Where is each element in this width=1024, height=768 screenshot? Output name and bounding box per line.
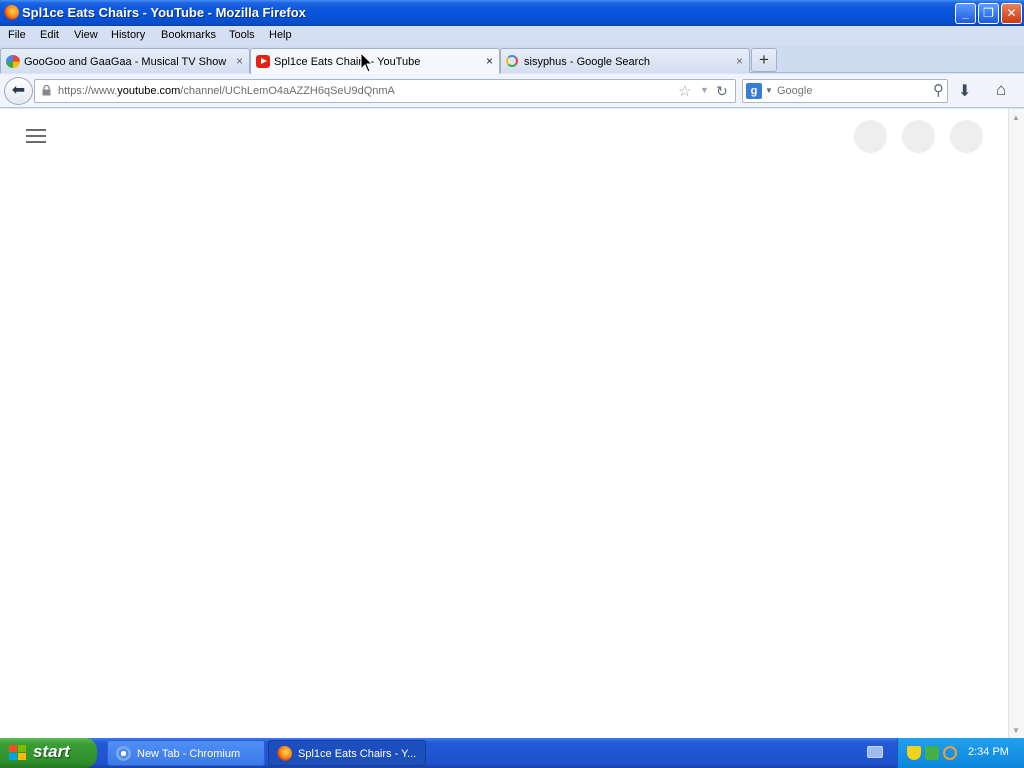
google-favicon-icon: [506, 55, 518, 67]
tab-googoo[interactable]: GooGoo and GaaGaa - Musical TV Show f...…: [0, 48, 250, 73]
chromium-icon: [116, 746, 131, 761]
search-input[interactable]: [777, 83, 925, 99]
taskbar-item-label: New Tab - Chromium: [137, 748, 241, 760]
search-bar[interactable]: g ▼ ⚲: [742, 79, 948, 103]
start-label: start: [33, 742, 70, 761]
scroll-up-icon[interactable]: ▲: [1012, 113, 1020, 122]
taskbar-item-chromium[interactable]: New Tab - Chromium: [107, 740, 265, 766]
page-content: [0, 109, 1008, 738]
windows-flag-icon: [9, 745, 27, 761]
mouse-cursor-icon: [360, 52, 374, 73]
history-dropdown-icon[interactable]: ▼: [700, 85, 709, 95]
security-shield-icon[interactable]: [907, 746, 921, 760]
menu-bar: File Edit View History Bookmarks Tools H…: [0, 27, 1024, 46]
back-arrow-icon: ⬅: [11, 82, 26, 99]
tab-strip: GooGoo and GaaGaa - Musical TV Show f...…: [0, 46, 1024, 74]
keyboard-layout-icon[interactable]: [867, 746, 883, 758]
menu-view[interactable]: View: [74, 29, 98, 41]
googoo-favicon-icon: [6, 55, 20, 68]
title-bar[interactable]: Spl1ce Eats Chairs - YouTube - Mozilla F…: [0, 0, 1024, 26]
menu-help[interactable]: Help: [269, 29, 292, 41]
hamburger-menu-icon[interactable]: [26, 129, 46, 144]
tab-google-search[interactable]: sisyphus - Google Search ×: [500, 48, 750, 73]
tab-close-icon[interactable]: ×: [236, 54, 243, 68]
loading-placeholder-circle: [902, 120, 935, 153]
url-bar[interactable]: https://www.youtube.com/channel/UChLemO4…: [34, 79, 736, 103]
tab-label: Spl1ce Eats Chairs - YouTube: [274, 56, 421, 68]
taskbar-item-label: Spl1ce Eats Chairs - Y...: [298, 748, 417, 760]
taskbar: start New Tab - Chromium Spl1ce Eats Cha…: [0, 738, 1024, 768]
tab-youtube[interactable]: Spl1ce Eats Chairs - YouTube ×: [250, 48, 500, 74]
tab-close-icon[interactable]: ×: [486, 54, 493, 68]
url-prefix: https://www.: [58, 85, 118, 97]
tab-label: GooGoo and GaaGaa - Musical TV Show f...: [24, 56, 229, 68]
bookmark-star-icon[interactable]: ☆: [678, 82, 691, 100]
youtube-favicon-icon: [256, 55, 270, 68]
menu-edit[interactable]: Edit: [40, 29, 59, 41]
firefox-icon: [277, 746, 292, 761]
maximize-button[interactable]: ❐: [978, 3, 999, 24]
tab-label: sisyphus - Google Search: [524, 56, 650, 68]
engine-dropdown-icon[interactable]: ▼: [765, 86, 773, 95]
new-tab-button[interactable]: +: [751, 48, 777, 72]
search-magnifier-icon[interactable]: ⚲: [933, 81, 944, 99]
start-button[interactable]: start: [0, 738, 97, 768]
home-icon[interactable]: ⌂: [996, 80, 1006, 100]
magnifier-tray-icon[interactable]: [943, 746, 957, 760]
tab-close-icon[interactable]: ×: [736, 54, 743, 68]
url-text[interactable]: https://www.youtube.com/channel/UChLemO4…: [58, 85, 395, 97]
clock: 2:34 PM: [968, 746, 1009, 758]
vertical-scrollbar[interactable]: ▲ ▼: [1008, 109, 1024, 738]
loading-placeholder-circle: [950, 120, 983, 153]
taskbar-item-firefox[interactable]: Spl1ce Eats Chairs - Y...: [268, 740, 426, 766]
loading-placeholder-circle: [854, 120, 887, 153]
google-engine-icon[interactable]: g: [746, 83, 762, 99]
firefox-window: Spl1ce Eats Chairs - YouTube - Mozilla F…: [0, 0, 1024, 738]
menu-tools[interactable]: Tools: [229, 29, 255, 41]
network-icon[interactable]: [925, 746, 939, 760]
menu-file[interactable]: File: [8, 29, 26, 41]
lock-icon: [42, 85, 51, 96]
reload-icon[interactable]: ↻: [716, 83, 728, 100]
window-title: Spl1ce Eats Chairs - YouTube - Mozilla F…: [22, 5, 306, 20]
firefox-icon: [4, 5, 19, 20]
scroll-down-icon[interactable]: ▼: [1012, 726, 1020, 735]
back-button[interactable]: ⬅: [4, 77, 33, 105]
url-path: /channel/UChLemO4aAZZH6qSeU9dQnmA: [180, 85, 395, 97]
url-domain: youtube.com: [117, 85, 181, 97]
close-button[interactable]: ✕: [1001, 3, 1022, 24]
menu-bookmarks[interactable]: Bookmarks: [161, 29, 216, 41]
minimize-button[interactable]: _: [955, 3, 976, 24]
navigation-bar: ⬅ https://www.youtube.com/channel/UChLem…: [0, 74, 1024, 108]
download-icon[interactable]: ⬇: [958, 81, 971, 101]
menu-history[interactable]: History: [111, 29, 145, 41]
system-tray: 2:34 PM: [897, 738, 1024, 768]
